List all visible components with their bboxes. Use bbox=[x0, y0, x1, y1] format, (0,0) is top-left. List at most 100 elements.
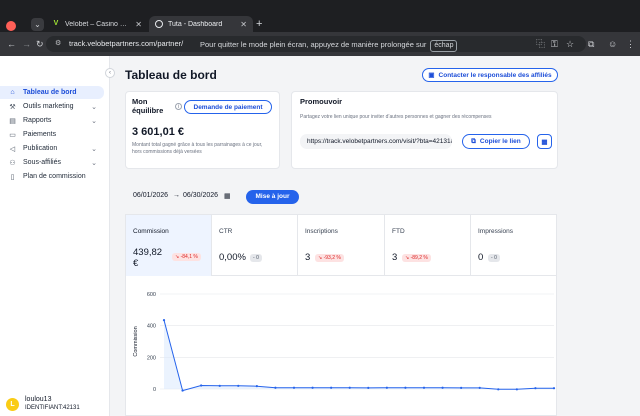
data-point bbox=[330, 386, 333, 389]
chevron-down-icon: ⌄ bbox=[91, 145, 97, 153]
tab-search-chevron-icon[interactable]: ⌄ bbox=[31, 18, 44, 31]
contact-button-label: Contacter le responsable des affiliés bbox=[438, 71, 552, 79]
users-icon: ⚇ bbox=[9, 159, 16, 167]
browser-tab-strip: ⌄ V Velobet – Casino en ligne : p... ✕ T… bbox=[0, 0, 640, 32]
copy-link-button[interactable]: ⧉ Copier le lien bbox=[462, 134, 530, 149]
data-point bbox=[367, 386, 370, 389]
update-button[interactable]: Mise à jour bbox=[246, 190, 299, 204]
address-bar-url: track.velobetpartners.com/partner/ bbox=[69, 39, 184, 48]
sidebar-item-dashboard[interactable]: ⌂ Tableau de bord bbox=[0, 86, 104, 99]
stats-row: Commission 439,82 € ↘ -84,1 % CTR 0,00% … bbox=[125, 214, 557, 276]
data-point bbox=[218, 384, 221, 387]
arrow-right-icon: → bbox=[173, 192, 180, 199]
sidebar-item-payments[interactable]: ▭ Paiements bbox=[0, 128, 104, 141]
stat-label: Commission bbox=[133, 228, 169, 235]
copy-icon: ⧉ bbox=[471, 137, 476, 145]
data-point bbox=[348, 386, 351, 389]
series-area bbox=[164, 320, 554, 391]
close-window-icon[interactable] bbox=[6, 21, 16, 31]
y-tick-label: 600 bbox=[147, 292, 156, 298]
sidebar-item-sub-affiliates[interactable]: ⚇ Sous-affiliés ⌄ bbox=[0, 156, 104, 169]
data-point bbox=[181, 389, 184, 392]
data-point bbox=[162, 319, 166, 322]
affiliate-link-field[interactable]: https://track.velobetpartners.com/visit/… bbox=[300, 134, 452, 149]
contact-icon: ▣ bbox=[428, 72, 435, 79]
chevron-down-icon: ⌄ bbox=[91, 159, 97, 167]
chevron-down-icon: ⌄ bbox=[91, 117, 97, 125]
sidebar-item-label: Rapports bbox=[23, 117, 52, 124]
payment-button-label: Demande de paiement bbox=[193, 103, 263, 111]
data-point bbox=[422, 386, 426, 389]
browser-tab-tuta-dashboard[interactable]: Tuta - Dashboard ✕ bbox=[149, 16, 253, 32]
forward-arrow-icon[interactable]: → bbox=[22, 38, 31, 50]
stat-ftd[interactable]: FTD 3 ↘ -89,2 % bbox=[385, 215, 471, 276]
stat-ctr[interactable]: CTR 0,00% - 0 bbox=[212, 215, 298, 276]
reload-icon[interactable]: ↻ bbox=[36, 38, 44, 50]
trend-badge: ↘ -93,2 % bbox=[315, 254, 344, 262]
balance-value: 3 601,01 € bbox=[132, 126, 184, 138]
sidebar-item-commission-plan[interactable]: ▯ Plan de commission bbox=[0, 170, 104, 183]
trend-badge: - 0 bbox=[250, 254, 262, 262]
date-to[interactable]: 06/30/2026 bbox=[183, 192, 218, 199]
document-icon: ▯ bbox=[10, 173, 15, 181]
qr-code-button[interactable]: ▦ bbox=[537, 134, 552, 149]
commission-chart: 0 200 400 600 Commission bbox=[133, 292, 556, 393]
qr-code-icon: ▦ bbox=[541, 138, 548, 146]
calendar-icon[interactable]: ▦ bbox=[224, 192, 231, 200]
sidebar-item-publication[interactable]: ◁ Publication ⌄ bbox=[0, 142, 104, 155]
contact-affiliate-manager-button[interactable]: ▣ Contacter le responsable des affiliés bbox=[422, 68, 558, 82]
extensions-puzzle-icon[interactable]: ⧉ bbox=[588, 38, 594, 50]
bookmark-star-icon[interactable]: ☆ bbox=[566, 38, 574, 50]
site-info-icon[interactable]: ⚙ bbox=[55, 36, 61, 52]
stat-impressions[interactable]: Impressions 0 - 0 bbox=[471, 215, 557, 276]
stat-signups[interactable]: Inscriptions 3 ↘ -93,2 % bbox=[298, 215, 385, 276]
y-tick-label: 400 bbox=[147, 324, 156, 330]
browser-tab-velobet[interactable]: V Velobet – Casino en ligne : p... ✕ bbox=[46, 16, 148, 32]
translate-icon[interactable]: ⿻ bbox=[536, 38, 545, 50]
user-id: IDENTIFIANT:42131 bbox=[25, 405, 80, 411]
collapse-sidebar-chevron-icon[interactable]: ‹ bbox=[105, 68, 115, 78]
badge-value: -89,2 % bbox=[410, 255, 428, 261]
escape-key-hint: échap bbox=[430, 40, 458, 52]
sidebar-item-label: Tableau de bord bbox=[23, 89, 77, 96]
trend-badge: ↘ -84,1 % bbox=[172, 253, 201, 261]
profile-icon[interactable]: ☺ bbox=[608, 38, 617, 50]
sidebar-item-marketing-tools[interactable]: ⚒ Outils marketing ⌄ bbox=[0, 100, 104, 113]
report-icon: ▤ bbox=[9, 117, 16, 125]
sidebar-item-label: Paiements bbox=[23, 131, 57, 138]
close-tab-icon[interactable]: ✕ bbox=[240, 20, 247, 29]
promo-description: Partagez votre lien unique pour inviter … bbox=[300, 114, 492, 120]
date-from[interactable]: 06/01/2026 bbox=[133, 192, 168, 199]
data-point bbox=[441, 386, 444, 389]
sidebar-item-reports[interactable]: ▤ Rapports ⌄ bbox=[0, 114, 104, 127]
info-icon[interactable]: i bbox=[175, 103, 182, 110]
user-profile[interactable]: L loulou13 IDENTIFIANT:42131 bbox=[6, 396, 80, 412]
browser-menu-icon[interactable]: ⋮ bbox=[626, 38, 635, 50]
stat-label: CTR bbox=[219, 228, 233, 235]
user-name: loulou13 bbox=[25, 396, 52, 403]
chevron-down-icon: ⌄ bbox=[91, 103, 97, 111]
fullscreen-exit-notice: Pour quitter le mode plein écran, appuye… bbox=[200, 38, 458, 52]
data-point bbox=[274, 386, 277, 389]
trend-badge: ↘ -89,2 % bbox=[402, 254, 431, 262]
stat-commission[interactable]: Commission 439,82 € ↘ -84,1 % bbox=[126, 215, 212, 276]
y-tick-label: 0 bbox=[153, 387, 156, 393]
new-tab-plus-icon[interactable]: + bbox=[256, 18, 262, 30]
promo-title: Promouvoir bbox=[300, 97, 343, 106]
password-key-icon[interactable]: ⚿ bbox=[551, 38, 558, 50]
avatar: L bbox=[6, 397, 19, 411]
stat-value: 3 bbox=[305, 252, 311, 263]
data-point bbox=[200, 384, 203, 387]
badge-value: 0 bbox=[494, 255, 497, 261]
data-point bbox=[404, 386, 407, 389]
close-tab-icon[interactable]: ✕ bbox=[135, 20, 142, 29]
data-point bbox=[515, 388, 518, 391]
sidebar-item-label: Publication bbox=[23, 145, 58, 152]
data-point bbox=[460, 386, 463, 389]
payment-request-button[interactable]: Demande de paiement bbox=[184, 100, 272, 114]
stat-value: 0 bbox=[478, 252, 484, 263]
back-arrow-icon[interactable]: ← bbox=[7, 38, 16, 50]
badge-value: 0 bbox=[256, 255, 259, 261]
tab-title: Velobet – Casino en ligne : p... bbox=[65, 20, 130, 28]
data-point bbox=[255, 385, 258, 388]
